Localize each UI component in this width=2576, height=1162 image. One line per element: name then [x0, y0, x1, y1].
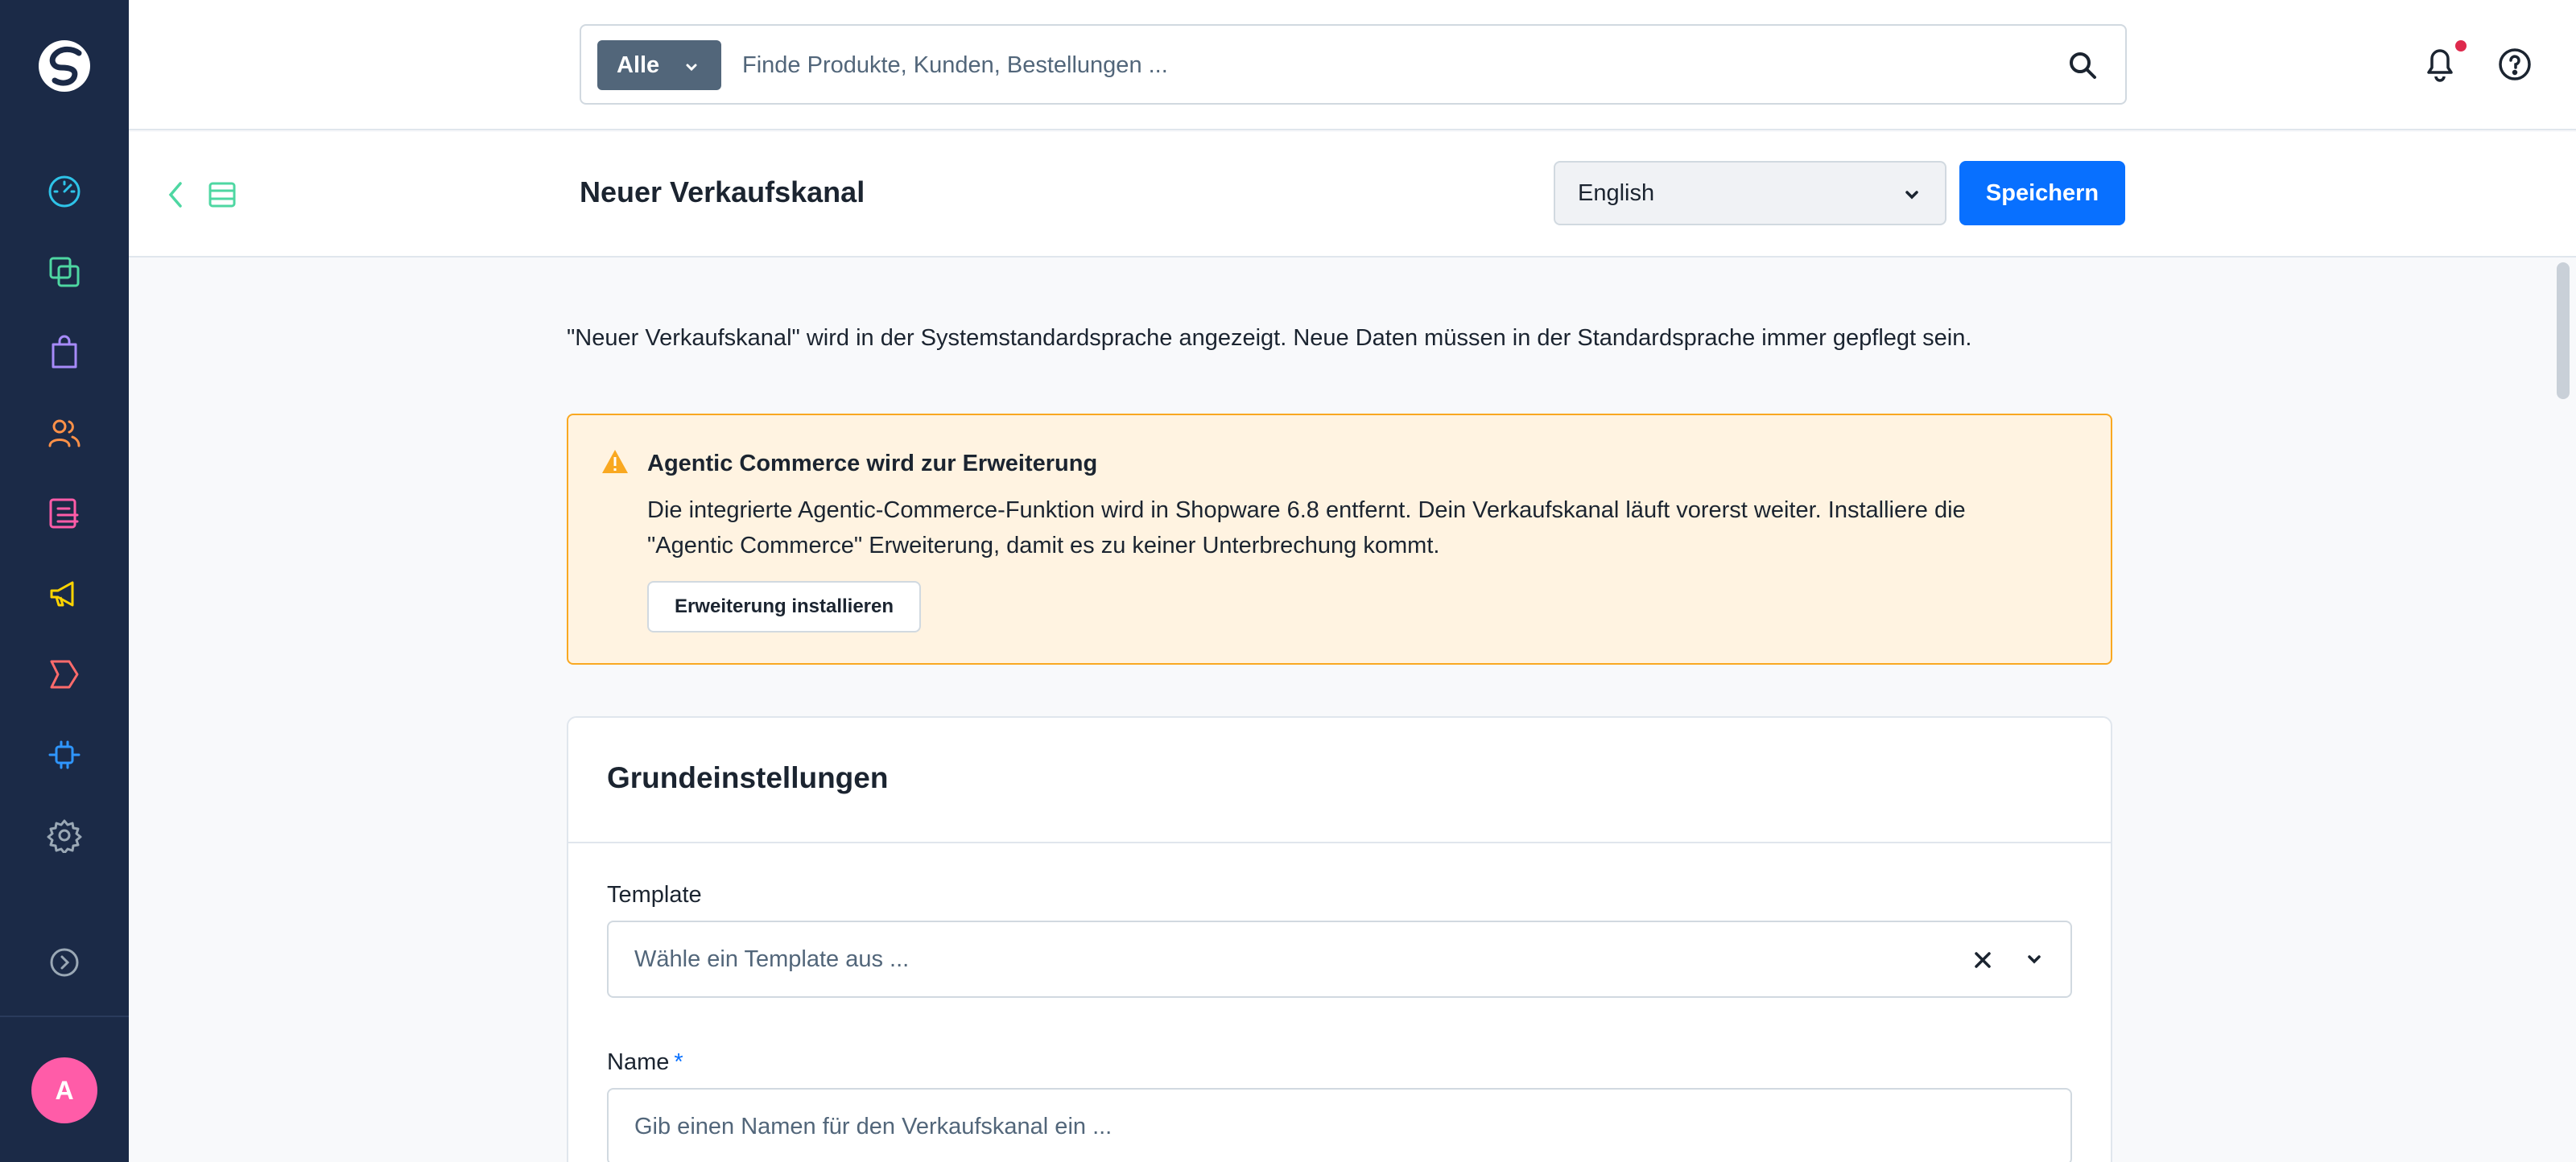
divider — [568, 842, 2111, 843]
top-bar: Alle — [129, 0, 2576, 130]
search-type-label: Alle — [617, 52, 660, 78]
back-chevron-icon[interactable] — [161, 177, 190, 212]
template-label: Template — [607, 882, 702, 908]
language-select[interactable]: English — [1554, 161, 1946, 225]
user-area: A — [0, 1016, 129, 1162]
name-placeholder: Gib einen Namen für den Verkaufskanal ei… — [634, 1113, 1113, 1139]
orders-bag-icon[interactable] — [45, 333, 84, 372]
scrollbar-thumb[interactable] — [2557, 262, 2570, 399]
scrollbar[interactable] — [2550, 259, 2576, 1162]
warning-icon — [601, 447, 630, 476]
search-icon[interactable] — [2066, 48, 2101, 84]
list-view-icon[interactable] — [206, 179, 238, 211]
required-asterisk: * — [674, 1049, 683, 1075]
install-extension-button[interactable]: Erweiterung installieren — [647, 581, 921, 633]
help-icon[interactable] — [2496, 45, 2534, 84]
global-search: Alle — [580, 24, 2127, 105]
avatar[interactable]: A — [31, 1057, 97, 1123]
content-layout-icon[interactable] — [45, 494, 84, 533]
shopware-logo-icon[interactable] — [32, 34, 97, 98]
search-input[interactable] — [742, 40, 1998, 90]
customers-users-icon[interactable] — [45, 414, 84, 452]
save-button[interactable]: Speichern — [1959, 161, 2125, 225]
catalog-copy-icon[interactable] — [45, 253, 84, 291]
search-type-dropdown[interactable]: Alle — [597, 40, 721, 90]
clear-icon[interactable] — [1971, 948, 1995, 979]
sidebar: A — [0, 0, 129, 1162]
chevron-right-circle-icon[interactable] — [45, 943, 84, 982]
alert-title: Agentic Commerce wird zur Erweiterung — [647, 451, 1098, 476]
settings-gear-icon[interactable] — [45, 816, 84, 855]
name-label: Name * — [607, 1049, 683, 1076]
basic-settings-card: Grundeinstellungen Template Wähle ein Te… — [567, 716, 2112, 1162]
template-select[interactable]: Wähle ein Template aus ... — [607, 921, 2072, 998]
extensions-plug-icon[interactable] — [45, 736, 84, 774]
name-input[interactable]: Gib einen Namen für den Verkaufskanal ei… — [607, 1088, 2072, 1162]
card-title: Grundeinstellungen — [607, 761, 889, 794]
template-placeholder: Wähle ein Template aus ... — [634, 946, 910, 972]
chevron-down-icon — [683, 56, 700, 83]
notification-badge — [2455, 40, 2467, 52]
language-select-value: English — [1578, 179, 1655, 206]
chevron-down-icon[interactable] — [2024, 950, 2045, 977]
marketing-megaphone-icon[interactable] — [45, 575, 84, 613]
dashboard-gauge-icon[interactable] — [45, 172, 84, 211]
chevron-down-icon — [1901, 185, 1922, 212]
alert-text-line: Die integrierte Agentic-Commerce-Funktio… — [647, 497, 1966, 523]
name-label-text: Name — [607, 1049, 670, 1075]
page-header: Neuer Verkaufskanal English Speichern — [129, 132, 2576, 258]
alert-text-line: "Agentic Commerce" Erweiterung, damit es… — [647, 533, 1440, 558]
alert-text: Die integrierte Agentic-Commerce-Funktio… — [647, 492, 2064, 563]
warning-alert: Agentic Commerce wird zur Erweiterung Di… — [567, 414, 2112, 665]
page-title: Neuer Verkaufskanal — [580, 175, 865, 208]
promotions-tag-icon[interactable] — [45, 655, 84, 694]
language-notice: "Neuer Verkaufskanal" wird in der System… — [567, 325, 1972, 351]
